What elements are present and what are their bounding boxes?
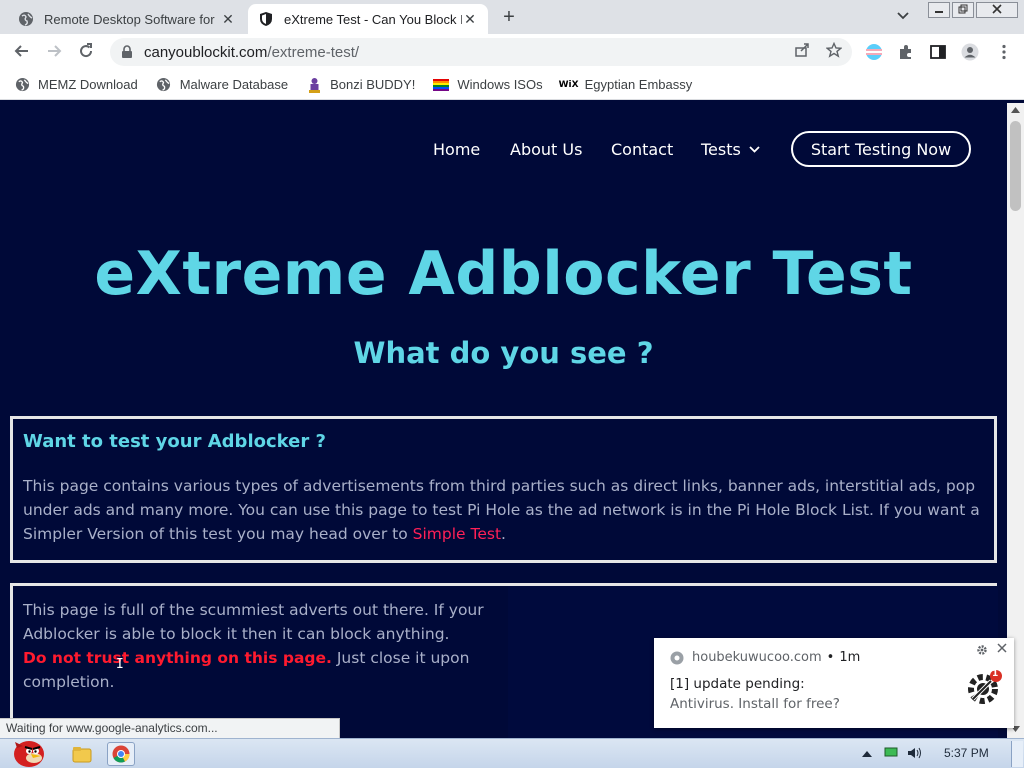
bookmark-memz[interactable]: MEMZ Download xyxy=(14,77,138,93)
tab-extreme-test[interactable]: eXtreme Test - Can You Block I ✕ xyxy=(248,4,488,34)
tab-close-icon[interactable]: ✕ xyxy=(462,11,478,28)
warning-paragraph: This page is full of the scummiest adver… xyxy=(23,598,493,694)
show-desktop-button[interactable] xyxy=(1011,741,1023,767)
browser-toolbar: canyoublockit.com/extreme-test/ xyxy=(0,34,1024,70)
address-bar[interactable]: canyoublockit.com/extreme-test/ xyxy=(110,38,852,66)
globe-icon xyxy=(14,77,30,93)
scroll-up-arrow-icon[interactable] xyxy=(1010,106,1021,116)
shield-icon xyxy=(258,11,274,27)
notification-title: [1] update pending: xyxy=(670,676,805,692)
text-cursor-icon: I xyxy=(116,657,124,672)
start-button-angry-bird-icon[interactable] xyxy=(6,733,48,768)
nav-about-link[interactable]: About Us xyxy=(510,140,582,159)
bookmarks-bar: MEMZ Download Malware Database Bonzi BUD… xyxy=(0,70,1024,100)
trans-flag-extension-icon[interactable] xyxy=(865,43,883,61)
chrome-taskbar-icon[interactable] xyxy=(107,742,135,766)
kebab-menu-icon[interactable] xyxy=(995,43,1013,61)
extensions-puzzle-icon[interactable] xyxy=(897,43,915,61)
profile-avatar-icon[interactable] xyxy=(961,43,979,61)
push-notification[interactable]: houbekuwucoo.com • 1m [1] update pending… xyxy=(654,638,1014,728)
nav-home-link[interactable]: Home xyxy=(433,140,480,159)
bookmark-label: MEMZ Download xyxy=(38,77,138,92)
reload-icon[interactable] xyxy=(76,42,96,62)
tab-search-chevron-icon[interactable] xyxy=(897,9,909,23)
new-tab-button[interactable]: + xyxy=(500,6,518,28)
tab-remote-desktop[interactable]: Remote Desktop Software for ✕ xyxy=(8,4,246,34)
tray-expand-icon[interactable] xyxy=(862,746,872,760)
battery-icon[interactable] xyxy=(884,746,898,761)
url-host: canyoublockit.com xyxy=(144,43,268,61)
close-window-button[interactable] xyxy=(976,2,1018,18)
close-icon[interactable] xyxy=(996,642,1008,658)
notification-source: houbekuwucoo.com • 1m xyxy=(670,650,860,665)
status-bar: Waiting for www.google-analytics.com... xyxy=(0,718,340,738)
forward-arrow-icon[interactable] xyxy=(44,42,64,62)
restore-button[interactable] xyxy=(952,2,974,18)
side-panel-icon[interactable] xyxy=(929,43,947,61)
file-explorer-icon[interactable] xyxy=(68,742,96,766)
warning-body: This page is full of the scummiest adver… xyxy=(23,601,484,643)
speaker-icon[interactable] xyxy=(906,746,922,763)
warning-text: Do not trust anything on this page. xyxy=(23,649,332,667)
notification-body: Antivirus. Install for free? xyxy=(670,696,840,712)
tab-title: eXtreme Test - Can You Block I xyxy=(284,11,462,27)
chevron-down-icon xyxy=(749,146,760,153)
minimize-button[interactable] xyxy=(928,2,950,18)
globe-icon xyxy=(18,11,34,27)
url-path: /extreme-test/ xyxy=(267,43,360,61)
tab-strip: Remote Desktop Software for ✕ eXtreme Te… xyxy=(0,0,1024,34)
gear-icon[interactable] xyxy=(976,644,988,659)
wix-icon: WiX xyxy=(558,79,579,90)
bookmark-label: Windows ISOs xyxy=(457,77,543,92)
globe-icon xyxy=(156,77,172,93)
bookmark-bonzi-buddy[interactable]: Bonzi BUDDY! xyxy=(306,77,415,93)
lock-icon xyxy=(122,45,132,58)
hero-title: eXtreme Adblocker Test xyxy=(94,239,913,309)
taskbar: 5:37 PM xyxy=(0,738,1024,768)
bookmark-star-icon[interactable] xyxy=(824,41,844,62)
notification-badge: 1 xyxy=(992,669,999,679)
antivirus-gear-icon: 1 xyxy=(964,668,1004,708)
hero-subtitle: What do you see ? xyxy=(353,336,654,370)
tab-title: Remote Desktop Software for xyxy=(44,11,215,27)
bonzi-icon xyxy=(306,77,322,93)
back-arrow-icon[interactable] xyxy=(12,42,32,62)
bookmark-label: Malware Database xyxy=(179,77,289,92)
notification-domain: houbekuwucoo.com xyxy=(692,650,822,665)
bookmark-malware-database[interactable]: Malware Database xyxy=(156,77,288,93)
rainbow-flag-icon xyxy=(433,77,450,93)
nav-contact-link[interactable]: Contact xyxy=(611,140,673,159)
notification-age: 1m xyxy=(839,650,861,665)
bookmark-label: Bonzi BUDDY! xyxy=(330,77,416,92)
bookmark-label: Egyptian Embassy xyxy=(584,77,693,92)
intro-heading: Want to test your Adblocker ? xyxy=(23,431,326,452)
notification-separator: • xyxy=(826,650,835,665)
start-testing-button[interactable]: Start Testing Now xyxy=(791,131,971,167)
scroll-thumb[interactable] xyxy=(1010,121,1021,211)
nav-tests-dropdown[interactable]: Tests xyxy=(701,140,760,159)
intro-paragraph: This page contains various types of adve… xyxy=(23,474,984,546)
chrome-icon xyxy=(670,651,684,664)
bookmark-egyptian-embassy[interactable]: WiX Egyptian Embassy xyxy=(558,77,693,93)
simple-test-link[interactable]: Simple Test xyxy=(413,525,501,543)
taskbar-clock[interactable]: 5:37 PM xyxy=(944,746,989,760)
nav-tests-label: Tests xyxy=(701,140,741,159)
tab-close-icon[interactable]: ✕ xyxy=(220,11,236,28)
bookmark-windows-isos[interactable]: Windows ISOs xyxy=(433,77,543,93)
share-icon[interactable] xyxy=(792,42,812,62)
intro-end: . xyxy=(501,525,506,543)
intro-box: Want to test your Adblocker ? This page … xyxy=(10,416,997,563)
